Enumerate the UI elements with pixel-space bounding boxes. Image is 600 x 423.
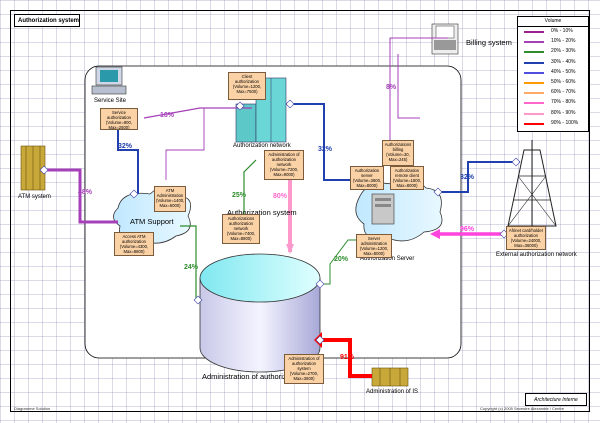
legend-item: 0% - 10% bbox=[518, 27, 588, 37]
flow-percent: 48% bbox=[78, 189, 93, 196]
service-site-label: Service Site bbox=[94, 98, 127, 104]
flow-percent: 25% bbox=[232, 192, 247, 199]
legend-item: 70% - 80% bbox=[518, 98, 588, 108]
legend-swatch bbox=[524, 51, 544, 54]
legend-item: 50% - 60% bbox=[518, 78, 588, 88]
flow-percent: 32% bbox=[118, 143, 133, 150]
service-authorization-box: Service authorization (Volume=800, Max=2… bbox=[100, 108, 138, 130]
flow-percent: 32% bbox=[318, 146, 333, 153]
admin-authorization-system-box: Administration of authorization system (… bbox=[284, 354, 324, 384]
external-authorization-box: Afrinet card/holder authorization (Volum… bbox=[506, 226, 546, 250]
legend-swatch bbox=[524, 61, 544, 64]
legend-swatch bbox=[524, 122, 544, 125]
legend-item: 90% - 100% bbox=[518, 119, 588, 129]
legend-item: 80% - 90% bbox=[518, 109, 588, 119]
flow-percent: 91% bbox=[340, 354, 355, 361]
antenna-tower-icon bbox=[507, 140, 557, 227]
network-authorizations-box: Authorizations authorization network (Vo… bbox=[222, 214, 260, 244]
footer-right: Copyright (c) 2005 Sevestre Alexandre / … bbox=[480, 406, 565, 411]
legend-label: 40% - 50% bbox=[551, 68, 576, 75]
flow-percent: 20% bbox=[334, 256, 349, 263]
atm-machine-icon bbox=[20, 145, 46, 191]
legend-swatch bbox=[524, 112, 544, 115]
flow-percent: 16% bbox=[160, 112, 175, 119]
legend-label: 30% - 40% bbox=[551, 58, 576, 65]
legend-swatch bbox=[524, 41, 544, 44]
billing-authorizations-box: Authorizations billing (Volume=30, Max=2… bbox=[382, 140, 414, 166]
legend-swatch bbox=[524, 71, 544, 74]
workstation-icon bbox=[91, 66, 127, 95]
flow-percent: 80% bbox=[273, 193, 288, 200]
legend-item: 20% - 30% bbox=[518, 47, 588, 57]
atm-administration-box: ATM Administration (Volume=1400, Max=600… bbox=[154, 186, 186, 212]
atm-support-label: ATM Support bbox=[130, 217, 174, 226]
billing-fax-icon bbox=[431, 23, 459, 55]
flow-percent: 24% bbox=[184, 264, 199, 271]
flow-percent: 96% bbox=[460, 226, 475, 233]
legend-label: 10% - 20% bbox=[551, 38, 576, 45]
legend-title: Volume bbox=[518, 17, 588, 27]
legend-swatch bbox=[524, 81, 544, 84]
legend-label: 0% - 10% bbox=[551, 28, 573, 34]
legend-swatch bbox=[524, 102, 544, 105]
brand-box: Architecture Interne bbox=[525, 393, 587, 406]
legend-item: 30% - 40% bbox=[518, 58, 588, 68]
legend-label: 50% - 60% bbox=[551, 78, 576, 85]
admin-is-label: Administration of IS bbox=[366, 389, 419, 395]
admin-network-box: Administration of authorization network … bbox=[264, 150, 304, 180]
access-atm-box: Access ATM authorization (Volume=4300, M… bbox=[114, 232, 154, 256]
authorization-network-label: Authorization network bbox=[233, 143, 291, 149]
legend-label: 90% - 100% bbox=[551, 119, 579, 126]
legend-swatch bbox=[524, 92, 544, 95]
billing-system-label: Billing system bbox=[466, 38, 512, 47]
legend-label: 80% - 90% bbox=[551, 109, 576, 116]
server-icon bbox=[371, 193, 395, 225]
client-authorization-box: Client authorization (Volume=1200, Max=7… bbox=[228, 72, 266, 100]
server-authorization-box: Authorization server (Volume=3600, Max=8… bbox=[350, 166, 384, 190]
legend-item: 10% - 20% bbox=[518, 37, 588, 47]
external-network-label: External authorization network bbox=[496, 252, 577, 258]
legend-swatch bbox=[524, 31, 544, 33]
legend-label: 70% - 80% bbox=[551, 99, 576, 106]
atm-system-label: ATM system bbox=[18, 194, 51, 200]
remote-client-box: Authorization remote client (Volume=1800… bbox=[390, 166, 424, 190]
server-administration-box: Server administration (Volume=1200, Max=… bbox=[356, 234, 392, 258]
legend-item: 60% - 70% bbox=[518, 88, 588, 98]
legend-label: 60% - 70% bbox=[551, 89, 576, 96]
legend-item: 40% - 50% bbox=[518, 68, 588, 78]
flow-percent: 8% bbox=[386, 84, 397, 91]
diagram-canvas: Authorization system Volume 0% - 10% 10%… bbox=[0, 0, 600, 423]
footer-left: Diagramme Solution bbox=[14, 406, 51, 411]
legend-label: 20% - 30% bbox=[551, 48, 576, 55]
volume-legend: Volume 0% - 10% 10% - 20% 20% - 30% 30% - 4… bbox=[517, 16, 589, 132]
admin-is-rack-icon bbox=[371, 367, 409, 387]
flow-percent: 32% bbox=[460, 174, 475, 181]
